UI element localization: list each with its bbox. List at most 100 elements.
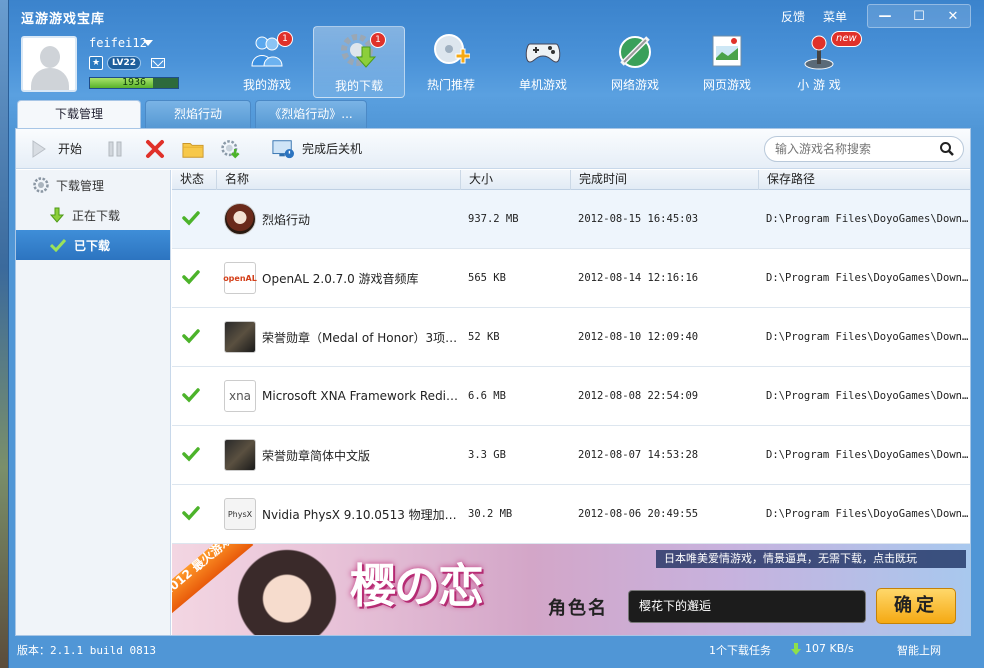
version-text: 版本：2.1.1 build 0813 (17, 644, 156, 657)
time-cell: 2012-08-15 16:45:03 (578, 213, 699, 225)
maximize-button[interactable]: ☐ (902, 5, 936, 27)
window-controls: — ☐ ✕ (867, 4, 971, 28)
table-row[interactable]: xna Microsoft XNA Framework Redistr... 6.6… (172, 367, 970, 426)
status-cell (172, 505, 216, 524)
game-name: 荣誉勋章（Medal of Honor）3项属... (262, 330, 460, 345)
sidebar-item-label: 已下载 (74, 238, 111, 253)
game-flame-icon (224, 203, 256, 235)
column-header-1[interactable]: 名称 (216, 170, 460, 190)
delete-button[interactable] (144, 138, 166, 160)
avatar[interactable] (21, 36, 77, 92)
minimize-button[interactable]: — (868, 5, 902, 27)
level-badges: ★ LV22 (89, 56, 165, 70)
table-row[interactable]: openAL OpenAL 2.0.7.0 游戏音频库 565 KB 2012-08-… (172, 249, 970, 308)
column-header-0[interactable]: 状态 (172, 170, 216, 190)
table-body: 烈焰行动 937.2 MB 2012-08-15 16:45:03 D:\Progra… (172, 190, 970, 544)
time-cell: 2012-08-07 14:53:28 (578, 449, 699, 461)
toolbar: 开始 完成后关机 输入游戏名称搜索 (16, 129, 970, 169)
nav-item-4[interactable]: 网络游戏 (589, 26, 681, 98)
status-bar: 版本：2.1.1 build 0813 1个下载任务 107 KB/s 智能上网 (9, 638, 984, 662)
gear-download-icon (220, 138, 242, 160)
download-panel: 开始 完成后关机 输入游戏名称搜索 下载管理 正在下载 已下载 状态 名称 大小… (15, 128, 971, 636)
size-cell: 3.3 GB (468, 449, 506, 461)
username[interactable]: feifei12 (89, 36, 147, 50)
check-icon (50, 238, 66, 252)
settings-download-button[interactable] (220, 138, 242, 160)
nav-item-0[interactable]: 1 我的游戏 (221, 26, 313, 98)
status-cell (172, 328, 216, 347)
name-cell: 烈焰行动 (216, 203, 460, 235)
monitor-power-icon (272, 138, 295, 160)
size-cell: 565 KB (468, 272, 506, 284)
nav-item-2[interactable]: 热门推荐 (405, 26, 497, 98)
smart-network-link[interactable]: 智能上网 (897, 642, 941, 658)
check-icon (182, 269, 200, 288)
pause-button[interactable] (104, 138, 126, 160)
check-icon (182, 210, 200, 229)
nav-item-label: 网页游戏 (702, 78, 751, 92)
size-cell: 6.6 MB (468, 390, 506, 402)
download-speed: 107 KB/s (805, 642, 854, 655)
game-name: Microsoft XNA Framework Redistr... (262, 389, 460, 403)
sidebar-item-download-manager[interactable]: 下载管理 (16, 170, 170, 200)
user-menu-chevron-icon[interactable] (143, 40, 153, 46)
banner-confirm-button[interactable]: 确定 (876, 588, 956, 624)
sidebar-item-downloaded[interactable]: 已下载 (16, 230, 170, 260)
nav-item-1[interactable]: 1 我的下载 (313, 26, 405, 98)
game-name: Nvidia PhysX 9.10.0513 物理加速... (262, 507, 460, 522)
banner-tagline: 日本唯美爱情游戏，情景逼真，无需下载，点击既玩 (656, 550, 966, 568)
feedback-link[interactable]: 反馈 (781, 8, 805, 25)
nav-item-label: 我的游戏 (242, 78, 291, 92)
search-input[interactable] (775, 142, 935, 156)
banner-role-input[interactable]: 樱花下的邂逅 (628, 590, 866, 623)
web-game-icon (708, 32, 746, 70)
sidebar-item-label: 正在下载 (72, 208, 121, 223)
shutdown-label: 完成后关机 (302, 142, 363, 156)
tab-0[interactable]: 下载管理 (17, 100, 141, 128)
start-button[interactable]: 开始 (28, 138, 82, 160)
sidebar: 下载管理 正在下载 已下载 (16, 170, 171, 635)
download-speed-arrow-icon (791, 642, 801, 655)
nav-item-label: 小 游 戏 (797, 78, 841, 92)
nav-item-label: 我的下载 (334, 79, 383, 93)
column-header-3[interactable]: 完成时间 (570, 170, 758, 190)
folder-icon (182, 138, 204, 160)
nav-item-3[interactable]: 单机游戏 (497, 26, 589, 98)
speed-indicator: 107 KB/s (791, 642, 854, 655)
table-row[interactable]: 荣誉勋章（Medal of Honor）3项属... 52 KB 2012-08-1… (172, 308, 970, 367)
mail-icon[interactable] (151, 58, 165, 68)
search-icon[interactable] (939, 141, 955, 157)
gamepad-icon (524, 32, 562, 70)
column-header-4[interactable]: 保存路径 (758, 170, 970, 190)
time-cell: 2012-08-06 20:49:55 (578, 508, 699, 520)
table-row[interactable]: 荣誉勋章简体中文版 3.3 GB 2012-08-07 14:53:28 D:\Pro… (172, 426, 970, 485)
column-header-2[interactable]: 大小 (460, 170, 570, 190)
sidebar-item-downloading[interactable]: 正在下载 (16, 200, 170, 230)
table-row[interactable]: 烈焰行动 937.2 MB 2012-08-15 16:45:03 D:\Progra… (172, 190, 970, 249)
open-folder-button[interactable] (182, 138, 204, 160)
ad-banner[interactable]: 2012 最火游戏 樱の恋 日本唯美爱情游戏，情景逼真，无需下载，点击既玩 角色… (172, 544, 970, 635)
nav-item-label: 网络游戏 (610, 78, 659, 92)
task-count[interactable]: 1个下载任务 (709, 642, 771, 658)
shutdown-after-complete-toggle[interactable]: 完成后关机 (272, 138, 362, 160)
table-header: 状态 名称 大小 完成时间 保存路径 (172, 170, 970, 190)
top-links: 反馈 菜单 (781, 8, 847, 25)
path-cell: D:\Program Files\DoyoGames\Down... (766, 508, 970, 520)
tab-1[interactable]: 烈焰行动 (145, 100, 251, 128)
path-cell: D:\Program Files\DoyoGames\Down... (766, 272, 970, 284)
table-row[interactable]: PhysX Nvidia PhysX 9.10.0513 物理加速... 30.2 … (172, 485, 970, 544)
menu-link[interactable]: 菜单 (823, 8, 847, 25)
search-box (764, 136, 964, 162)
close-button[interactable]: ✕ (936, 5, 970, 27)
nav-item-6[interactable]: new 小 游 戏 (773, 26, 865, 98)
download-arrow-icon (50, 207, 64, 223)
status-cell (172, 269, 216, 288)
check-icon (182, 328, 200, 347)
tab-2[interactable]: 《烈焰行动》... (255, 100, 367, 128)
nav-item-5[interactable]: 网页游戏 (681, 26, 773, 98)
game-name: OpenAL 2.0.7.0 游戏音频库 (262, 271, 419, 286)
name-cell: xna Microsoft XNA Framework Redistr... (216, 380, 460, 412)
banner-character-image (232, 544, 342, 635)
play-icon (28, 138, 50, 160)
notification-badge: 1 (277, 31, 293, 47)
